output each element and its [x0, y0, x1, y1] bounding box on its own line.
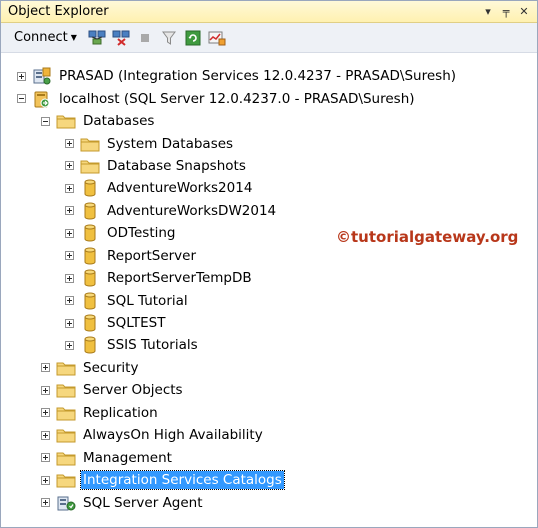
- folder-icon: [56, 112, 76, 130]
- tree-node-label: Integration Services Catalogs: [80, 470, 285, 491]
- title-bar: Object Explorer ▾ ╤ ✕: [1, 1, 537, 23]
- tree-node-label: Database Snapshots: [107, 157, 246, 174]
- folder-icon: [80, 135, 100, 153]
- database-icon: [80, 314, 100, 332]
- folder-icon: [56, 359, 76, 377]
- connect-button[interactable]: Connect ▼: [14, 30, 77, 45]
- connect-server-icon[interactable]: [86, 27, 108, 49]
- connect-label: Connect: [14, 30, 68, 45]
- tree-node-sql-server-agent[interactable]: SQL Server Agent: [1, 491, 537, 513]
- tree-node-ssis-tutorials[interactable]: SSIS Tutorials: [1, 334, 537, 356]
- database-icon: [80, 247, 100, 265]
- folder-icon: [56, 449, 76, 467]
- database-icon: [80, 292, 100, 310]
- tree-node-label: AdventureWorksDW2014: [107, 202, 277, 219]
- tree-node-label: SQL Server Agent: [83, 494, 203, 511]
- expand-icon[interactable]: [65, 318, 74, 328]
- object-explorer-window: Object Explorer ▾ ╤ ✕ Connect ▼ PRASAD (…: [0, 0, 538, 528]
- expand-icon[interactable]: [41, 475, 50, 485]
- database-icon: [80, 269, 100, 287]
- expand-icon[interactable]: [41, 385, 50, 395]
- tree-node-reportserver[interactable]: ReportServer: [1, 245, 537, 267]
- chevron-down-icon: ▼: [70, 33, 77, 42]
- tree-node-system-databases[interactable]: System Databases: [1, 132, 537, 154]
- expand-icon[interactable]: [41, 408, 50, 418]
- expand-icon[interactable]: [65, 251, 74, 261]
- tree-node-label: System Databases: [107, 135, 234, 152]
- tree-node-localhost-server[interactable]: localhost (SQL Server 12.0.4237.0 - PRAS…: [1, 87, 537, 109]
- tree-node-label: PRASAD (Integration Services 12.0.4237 -…: [59, 68, 457, 85]
- tree-node-sqltest[interactable]: SQLTEST: [1, 312, 537, 334]
- expand-icon[interactable]: [65, 228, 74, 238]
- watermark: ©tutorialgateway.org: [336, 228, 519, 246]
- tree-node-label: SQL Tutorial: [107, 292, 188, 309]
- database-icon: [80, 224, 100, 242]
- filter-icon[interactable]: [158, 27, 180, 49]
- expand-icon[interactable]: [65, 340, 74, 350]
- expand-icon[interactable]: [65, 139, 74, 149]
- tree-node-reportservertempdb[interactable]: ReportServerTempDB: [1, 267, 537, 289]
- tree-node-label: Security: [83, 359, 139, 376]
- tree-node-label: Server Objects: [83, 382, 183, 399]
- tree-node-integration-services-catalogs[interactable]: Integration Services Catalogs: [1, 469, 537, 491]
- expand-icon[interactable]: [41, 453, 50, 463]
- tree-node-label: Databases: [83, 113, 155, 130]
- tree-node-label: ODTesting: [107, 225, 176, 242]
- expand-icon[interactable]: [65, 183, 74, 193]
- expand-icon[interactable]: [17, 71, 26, 81]
- database-icon: [80, 202, 100, 220]
- disconnect-icon[interactable]: [110, 27, 132, 49]
- tree-node-label: AdventureWorks2014: [107, 180, 253, 197]
- tree-node-server-objects[interactable]: Server Objects: [1, 379, 537, 401]
- auto-hide-pin-icon[interactable]: ╤: [499, 5, 513, 18]
- tree-node-security[interactable]: Security: [1, 357, 537, 379]
- folder-icon: [80, 157, 100, 175]
- expand-icon[interactable]: [65, 206, 74, 216]
- expand-icon[interactable]: [41, 498, 50, 508]
- tree-node-sql-tutorial[interactable]: SQL Tutorial: [1, 289, 537, 311]
- tree-node-label: Replication: [83, 404, 158, 421]
- tree-node-database-snapshots[interactable]: Database Snapshots: [1, 155, 537, 177]
- expand-icon[interactable]: [41, 363, 50, 373]
- collapse-icon[interactable]: [41, 116, 50, 126]
- tree-node-label: ReportServer: [107, 247, 197, 264]
- integration-services-server-icon: [32, 67, 52, 85]
- database-icon: [80, 336, 100, 354]
- stop-icon[interactable]: [134, 27, 156, 49]
- database-icon: [80, 179, 100, 197]
- expand-icon[interactable]: [65, 296, 74, 306]
- tree-node-label: Management: [83, 449, 172, 466]
- activity-monitor-icon[interactable]: [206, 27, 228, 49]
- tree-node-adventureworksdw2014[interactable]: AdventureWorksDW2014: [1, 200, 537, 222]
- sql-server-agent-icon: [56, 494, 76, 512]
- tree-node-integration-services-server[interactable]: PRASAD (Integration Services 12.0.4237 -…: [1, 65, 537, 87]
- folder-icon: [56, 404, 76, 422]
- folder-icon: [56, 381, 76, 399]
- tree-node-databases[interactable]: Databases: [1, 110, 537, 132]
- tree-node-label: localhost (SQL Server 12.0.4237.0 - PRAS…: [59, 90, 415, 107]
- tree-node-label: AlwaysOn High Availability: [83, 427, 263, 444]
- tree-node-label: SQLTEST: [107, 315, 166, 332]
- tree-node-label: SSIS Tutorials: [107, 337, 198, 354]
- tree-node-alwayson-high-availability[interactable]: AlwaysOn High Availability: [1, 424, 537, 446]
- sql-server-icon: [32, 90, 52, 108]
- tree-node-management[interactable]: Management: [1, 446, 537, 468]
- tree-node-label: ReportServerTempDB: [107, 270, 252, 287]
- close-icon[interactable]: ✕: [517, 5, 531, 18]
- tree-node-replication[interactable]: Replication: [1, 402, 537, 424]
- folder-icon: [56, 471, 76, 489]
- toolbar: Connect ▼: [1, 23, 537, 53]
- expand-icon[interactable]: [65, 273, 74, 283]
- refresh-icon[interactable]: [182, 27, 204, 49]
- tree-node-adventureworks2014[interactable]: AdventureWorks2014: [1, 177, 537, 199]
- expand-icon[interactable]: [65, 161, 74, 171]
- panel-title: Object Explorer: [8, 4, 109, 19]
- object-tree: PRASAD (Integration Services 12.0.4237 -…: [1, 65, 537, 514]
- collapse-icon[interactable]: [17, 94, 26, 104]
- folder-icon: [56, 426, 76, 444]
- expand-icon[interactable]: [41, 430, 50, 440]
- window-position-dropdown-icon[interactable]: ▾: [481, 5, 495, 18]
